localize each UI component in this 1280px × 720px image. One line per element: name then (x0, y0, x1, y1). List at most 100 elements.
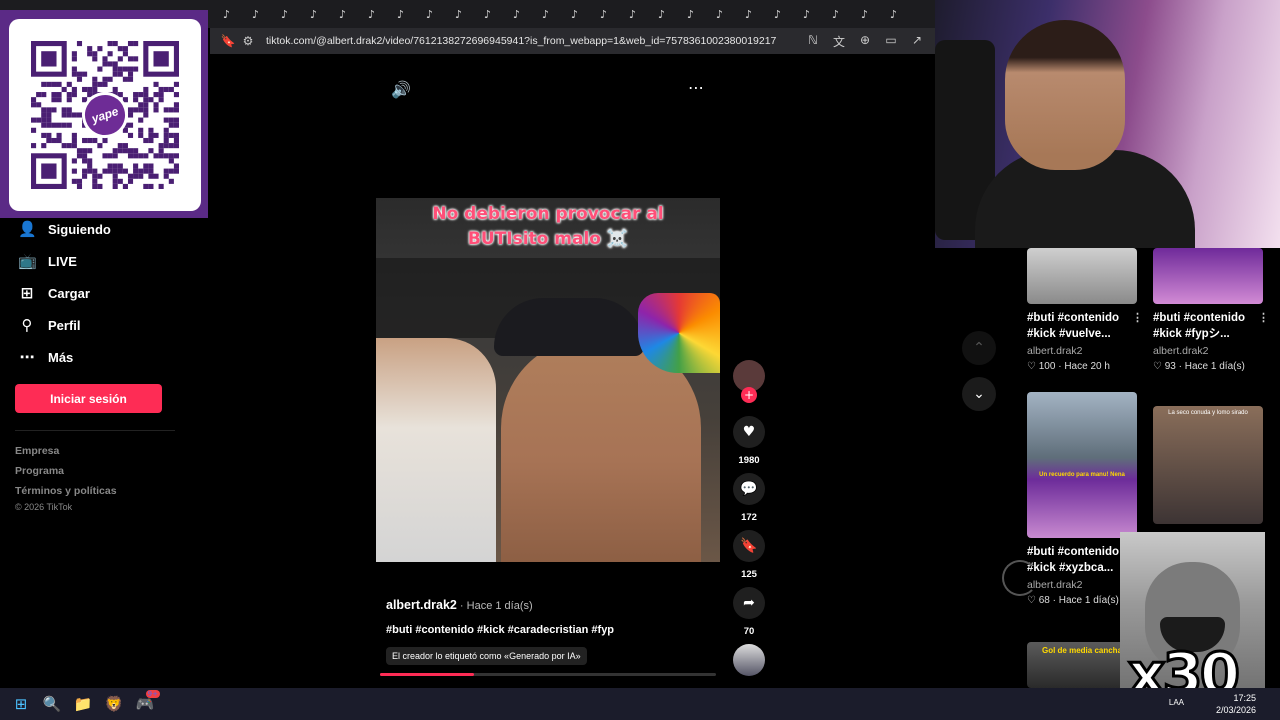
following-icon: 👤 (18, 220, 37, 238)
tiktok-icon[interactable]: ♪ (676, 0, 705, 28)
save-action[interactable]: 🔖 125 (733, 530, 765, 580)
video-caption-line1: No debieron provocar al (432, 204, 664, 224)
tiktok-icon[interactable]: ♪ (270, 0, 299, 28)
tiktok-icon[interactable]: ♪ (792, 0, 821, 28)
card-time: Hace 1 día(s) (1184, 361, 1245, 372)
heart-icon[interactable]: ♥ (733, 416, 765, 448)
video-player[interactable]: No debieron provocar al BUTIsito malo ☠️ (376, 198, 720, 562)
clock-time: 17:25 (1233, 693, 1256, 703)
card-title-line: #buti #contenido (1027, 312, 1119, 324)
search-icon[interactable]: 🔍 (37, 690, 67, 718)
tiktok-icon[interactable]: ♪ (473, 0, 502, 28)
video-caption: No debieron provocar al BUTIsito malo ☠️ (376, 202, 720, 252)
sidebar-item-label: Más (48, 349, 74, 365)
video-thumbnail[interactable] (1027, 248, 1137, 304)
tiktok-icon[interactable]: ♪ (415, 0, 444, 28)
sidebar-item-following[interactable]: 👤 Siguiendo (18, 220, 111, 238)
sidebar-divider (15, 430, 175, 431)
sidebar-item-more[interactable]: ⋯ Más (18, 348, 74, 366)
no-translate-icon[interactable]: ℕ (803, 33, 823, 50)
music-disc-icon[interactable] (733, 644, 765, 676)
comment-icon[interactable]: 💬 (733, 473, 765, 505)
card-title[interactable]: #buti #contenido #kick #fypシ... ⋮ (1153, 310, 1269, 342)
footer-link-program[interactable]: Programa (15, 465, 64, 477)
brave-browser-icon[interactable]: 🦁 (99, 690, 129, 718)
card-title[interactable]: #buti #contenido #kick #vuelve... ⋮ (1027, 310, 1143, 342)
url-text[interactable]: tiktok.com/@albert.drak2/video/761213827… (266, 35, 803, 47)
follow-plus-icon[interactable]: + (741, 387, 757, 403)
share-action[interactable]: ➦ 70 (733, 587, 765, 637)
video-thumbnail[interactable]: Un recuerdo para manu! Nena (1027, 392, 1137, 538)
video-thumbnail[interactable]: La seco conuda y lomo sirado (1153, 406, 1263, 524)
bookmark-icon[interactable]: 🔖 (218, 34, 238, 48)
recommendation-card[interactable]: La seco conuda y lomo sirado (1153, 406, 1269, 524)
tiktok-icon[interactable]: ♪ (734, 0, 763, 28)
clock[interactable]: 17:25 2/03/2026 (1216, 692, 1256, 716)
site-info-icon[interactable]: ⚙ (238, 34, 258, 48)
card-time: Hace 1 día(s) (1058, 595, 1119, 606)
tiktok-icon[interactable]: ♪ (821, 0, 850, 28)
windows-start-icon[interactable]: ⊞ (6, 690, 36, 718)
webcam-head (1005, 20, 1125, 170)
share-arrow-icon[interactable]: ➦ (733, 587, 765, 619)
video-hashtags[interactable]: #buti #contenido #kick #caradecristian #… (386, 624, 614, 636)
comment-action[interactable]: 💬 172 (733, 473, 765, 523)
tiktok-icon[interactable]: ♪ (879, 0, 908, 28)
previous-video-button[interactable]: ⌃ (962, 331, 996, 365)
discord-icon[interactable]: 🎮 9+ (130, 690, 160, 718)
video-thumbnail[interactable] (1153, 248, 1263, 304)
share-icon[interactable]: ↗ (907, 33, 927, 50)
card-author[interactable]: albert.drak2 (1027, 345, 1143, 357)
like-action[interactable]: ♥ 1980 (733, 416, 765, 466)
next-video-button[interactable]: ⌄ (962, 377, 996, 411)
recommendation-card[interactable]: #buti #contenido #kick #fypシ... ⋮ albert.… (1153, 248, 1269, 372)
ai-generated-label: El creador lo etiquetó como «Generado po… (386, 647, 587, 665)
more-vert-icon[interactable]: ⋮ (1258, 310, 1269, 342)
tiktok-icon[interactable]: ♪ (850, 0, 879, 28)
tiktok-icon[interactable]: ♪ (618, 0, 647, 28)
login-button[interactable]: Iniciar sesión (15, 384, 162, 413)
tiktok-icon[interactable]: ♪ (357, 0, 386, 28)
tiktok-icon[interactable]: ♪ (647, 0, 676, 28)
file-explorer-icon[interactable]: 📁 (68, 690, 98, 718)
sidebar-item-live[interactable]: 📺 LIVE (18, 252, 77, 270)
tiktok-icon[interactable]: ♪ (241, 0, 270, 28)
zoom-icon[interactable]: ⊕ (855, 33, 875, 50)
more-vert-icon[interactable]: ⋮ (1132, 310, 1143, 342)
meme-overlay: x30 (1120, 532, 1265, 707)
sidebar-item-profile[interactable]: ⚲ Perfil (18, 316, 81, 334)
translate-icon[interactable]: 文 (829, 33, 849, 50)
tiktok-icon[interactable]: ♪ (328, 0, 357, 28)
tiktok-icon[interactable]: ♪ (763, 0, 792, 28)
card-time: Hace 20 h (1064, 361, 1110, 372)
footer-link-company[interactable]: Empresa (15, 445, 59, 457)
screen-icon[interactable]: ▭ (881, 33, 901, 50)
share-count: 70 (743, 626, 755, 637)
tiktok-icon[interactable]: ♪ (502, 0, 531, 28)
tiktok-icon[interactable]: ♪ (589, 0, 618, 28)
footer-link-terms[interactable]: Términos y políticas (15, 485, 117, 497)
tiktok-icon[interactable]: ♪ (386, 0, 415, 28)
tiktok-icon[interactable]: ♪ (531, 0, 560, 28)
clock-date: 2/03/2026 (1215, 705, 1256, 715)
video-progress-bar[interactable] (380, 673, 716, 676)
sidebar-item-upload[interactable]: ⊞ Cargar (18, 284, 90, 302)
tiktok-icon[interactable]: ♪ (560, 0, 589, 28)
tiktok-icon[interactable]: ♪ (444, 0, 473, 28)
card-title-line: #buti #contenido (1153, 312, 1245, 324)
recommendation-card[interactable]: #buti #contenido #kick #vuelve... ⋮ alber… (1027, 248, 1143, 372)
tiktok-icon[interactable]: ♪ (705, 0, 734, 28)
tiktok-icon[interactable]: ♪ (212, 0, 241, 28)
card-author[interactable]: albert.drak2 (1153, 345, 1269, 357)
more-options-icon[interactable]: ⋯ (688, 78, 704, 97)
language-indicator[interactable]: LAA (1169, 698, 1184, 707)
video-caption-line2: BUTIsito malo ☠️ (467, 229, 629, 249)
author-name[interactable]: albert.drak2 (386, 598, 457, 612)
card-title-line: #buti #contenido (1027, 546, 1119, 558)
bookmark-icon[interactable]: 🔖 (733, 530, 765, 562)
tiktok-icon[interactable]: ♪ (299, 0, 328, 28)
volume-icon[interactable]: 🔊 (391, 80, 411, 99)
loading-spinner (1002, 560, 1038, 596)
address-bar[interactable]: 🔖 ⚙ tiktok.com/@albert.drak2/video/76121… (210, 28, 935, 54)
sidebar-item-label: Siguiendo (48, 221, 111, 237)
